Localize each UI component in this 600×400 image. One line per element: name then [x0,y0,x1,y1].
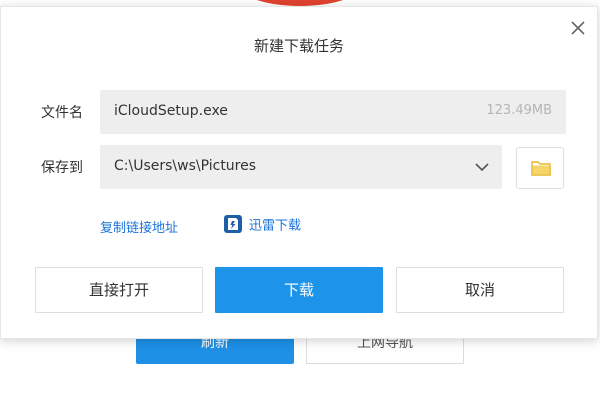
filename-field[interactable]: iCloudSetup.exe 123.49MB [100,90,566,134]
folder-icon [531,161,551,176]
cancel-button[interactable]: 取消 [396,267,564,313]
save-path-value: C:\Users\ws\Pictures [114,158,257,174]
save-path-label: 保存到 [41,160,83,176]
new-download-dialog: 新建下载任务 文件名 iCloudSetup.exe 123.49MB 保存到 … [0,6,598,339]
browse-folder-button[interactable] [516,147,564,189]
background-refresh-label: 刷新 [201,338,229,351]
chevron-down-icon [475,163,489,172]
download-button[interactable]: 下载 [215,267,383,313]
close-icon [571,21,585,35]
save-path-select[interactable]: C:\Users\ws\Pictures [100,145,502,189]
dialog-title: 新建下载任务 [253,37,344,55]
filesize-value: 123.49MB [486,103,552,118]
copy-link-button[interactable]: 复制链接地址 [100,217,178,236]
background-nav-label: 上网导航 [357,338,413,351]
background-nav-button[interactable]: 上网导航 [306,338,464,364]
close-button[interactable] [567,17,589,39]
open-directly-button[interactable]: 直接打开 [35,267,203,313]
filename-value: iCloudSetup.exe [114,103,228,119]
thunder-download-button[interactable]: 迅雷下载 [223,214,301,234]
thunder-download-label: 迅雷下载 [249,218,302,234]
filename-label: 文件名 [41,105,83,121]
thunder-download-icon [224,215,242,233]
background-refresh-button[interactable]: 刷新 [136,338,294,364]
